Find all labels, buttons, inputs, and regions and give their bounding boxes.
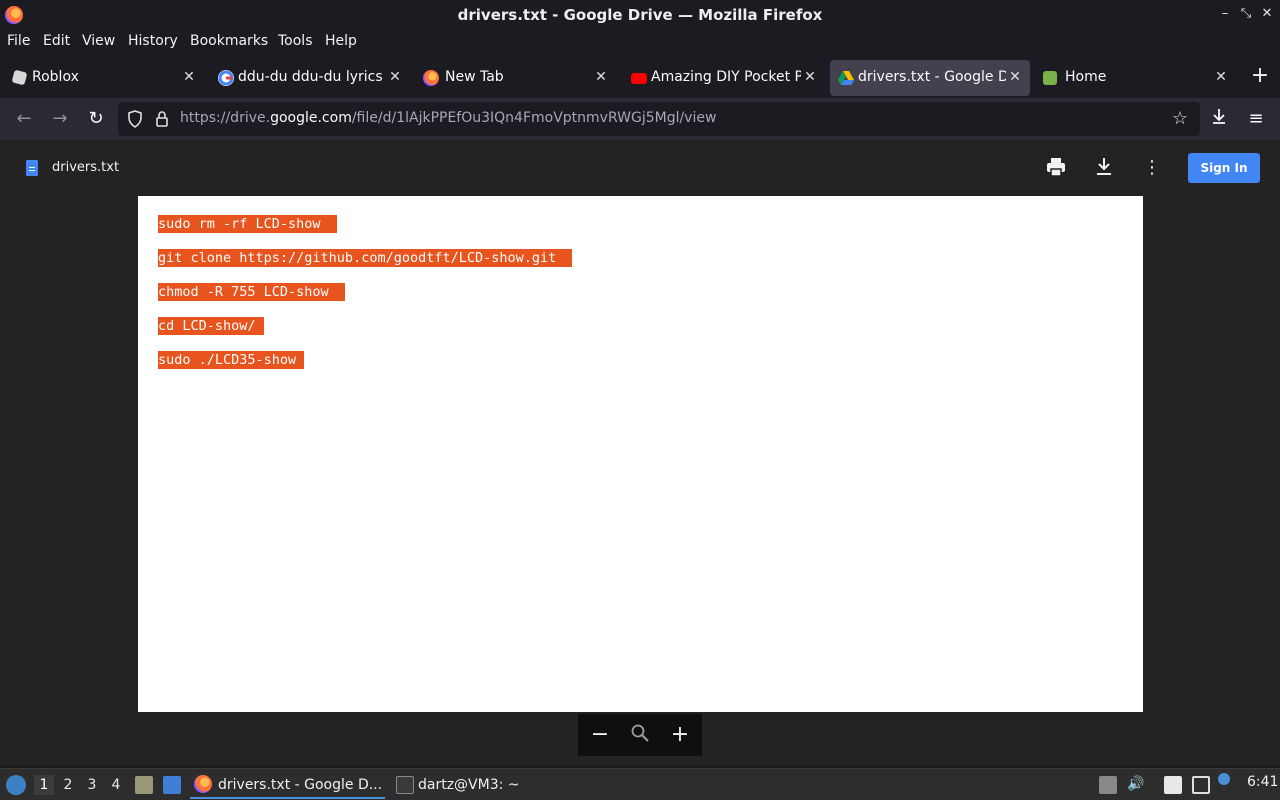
code-line: sudo rm -rf LCD-show bbox=[158, 215, 337, 233]
back-icon[interactable]: ← bbox=[12, 107, 36, 131]
minimize-icon[interactable]: – bbox=[1216, 6, 1234, 21]
network-icon[interactable] bbox=[1192, 776, 1210, 794]
start-menu-icon[interactable] bbox=[6, 775, 26, 795]
navigation-toolbar: ← → ↻ https://drive.google.com/file/d/1l… bbox=[0, 98, 1280, 140]
menu-edit[interactable]: Edit bbox=[43, 33, 70, 49]
tab-label: drivers.txt - Google Dr bbox=[858, 69, 1006, 85]
tab-label: Home bbox=[1065, 69, 1107, 85]
tab-label: Amazing DIY Pocket PC bbox=[651, 69, 801, 85]
workspace-2[interactable]: 2 bbox=[58, 775, 78, 795]
tab-close-icon[interactable]: ✕ bbox=[592, 68, 610, 86]
forward-icon[interactable]: → bbox=[48, 107, 72, 131]
volume-icon[interactable]: 🔊 bbox=[1127, 776, 1145, 794]
url-text[interactable]: https://drive.google.com/file/d/1lAjkPPE… bbox=[180, 110, 716, 126]
app-menu-icon[interactable]: ≡ bbox=[1244, 107, 1268, 131]
tab-youtube[interactable]: Amazing DIY Pocket PC ✕ bbox=[624, 60, 826, 96]
menu-bookmarks[interactable]: Bookmarks bbox=[190, 33, 268, 49]
tab-close-icon[interactable]: ✕ bbox=[1212, 68, 1230, 86]
tab-close-icon[interactable]: ✕ bbox=[801, 68, 819, 86]
home-icon bbox=[1043, 71, 1057, 85]
lock-icon[interactable] bbox=[153, 110, 171, 128]
zoom-controls: − + bbox=[578, 714, 702, 756]
menu-history[interactable]: History bbox=[128, 33, 178, 49]
task-label: dartz@VM3: ~ bbox=[418, 777, 520, 793]
menu-view[interactable]: View bbox=[82, 33, 115, 49]
url-bar[interactable]: https://drive.google.com/file/d/1lAjkPPE… bbox=[118, 102, 1200, 136]
task-label: drivers.txt - Google D... bbox=[218, 777, 383, 793]
google-icon bbox=[218, 70, 234, 86]
firefox-icon bbox=[423, 70, 439, 86]
drive-file-viewer: drivers.txt ⋮ Sign In sudo rm -rf LCD-sh… bbox=[0, 140, 1280, 766]
tab-close-icon[interactable]: ✕ bbox=[180, 68, 198, 86]
new-tab-button[interactable]: + bbox=[1249, 65, 1271, 87]
show-desktop-icon[interactable] bbox=[163, 776, 181, 794]
menu-bar: File Edit View History Bookmarks Tools H… bbox=[0, 30, 1280, 54]
clipboard-icon[interactable] bbox=[1164, 776, 1182, 794]
code-line: git clone https://github.com/goodtft/LCD… bbox=[158, 249, 573, 267]
code-line: cd LCD-show/ bbox=[158, 317, 264, 335]
reload-icon[interactable]: ↻ bbox=[84, 107, 108, 131]
taskbar: 1 2 3 4 drivers.txt - Google D... dartz@… bbox=[0, 768, 1280, 800]
tracking-protection-shield-icon[interactable] bbox=[126, 110, 144, 128]
window-title: drivers.txt - Google Drive — Mozilla Fir… bbox=[457, 6, 823, 24]
tab-lyrics[interactable]: ddu-du ddu-du lyrics - ✕ bbox=[210, 60, 412, 96]
file-name: drivers.txt bbox=[52, 160, 120, 175]
tab-label: Roblox bbox=[32, 69, 79, 85]
workspace-4[interactable]: 4 bbox=[106, 775, 126, 795]
close-window-icon[interactable]: ✕ bbox=[1258, 6, 1276, 21]
viewer-header: drivers.txt ⋮ Sign In bbox=[0, 140, 1280, 196]
zoom-out-button[interactable]: − bbox=[588, 723, 612, 747]
file-manager-icon[interactable] bbox=[135, 776, 153, 794]
zoom-in-button[interactable]: + bbox=[668, 723, 692, 747]
google-drive-icon bbox=[838, 70, 854, 86]
youtube-icon bbox=[631, 73, 647, 84]
tab-roblox[interactable]: Roblox ✕ bbox=[2, 60, 204, 96]
menu-tools[interactable]: Tools bbox=[278, 33, 313, 49]
clock[interactable]: 6:41 bbox=[1247, 774, 1278, 790]
bookmark-star-icon[interactable]: ☆ bbox=[1171, 110, 1189, 128]
tab-label: New Tab bbox=[445, 69, 504, 85]
menu-file[interactable]: File bbox=[7, 33, 30, 49]
print-icon[interactable] bbox=[1044, 156, 1068, 180]
tab-strip: Roblox ✕ ddu-du ddu-du lyrics - ✕ New Ta… bbox=[0, 58, 1280, 98]
code-line: sudo ./LCD35-show bbox=[158, 351, 305, 369]
workspace-3[interactable]: 3 bbox=[82, 775, 102, 795]
tab-label: ddu-du ddu-du lyrics - bbox=[238, 69, 384, 85]
menu-help[interactable]: Help bbox=[325, 33, 357, 49]
tab-close-icon[interactable]: ✕ bbox=[1006, 68, 1024, 86]
code-line: chmod -R 755 LCD-show bbox=[158, 283, 345, 301]
firefox-icon bbox=[194, 775, 212, 793]
download-icon[interactable] bbox=[1092, 156, 1116, 180]
task-terminal[interactable]: dartz@VM3: ~ bbox=[390, 771, 530, 799]
document-page: sudo rm -rf LCD-show git clone https://g… bbox=[138, 196, 1143, 712]
tab-close-icon[interactable]: ✕ bbox=[386, 68, 404, 86]
workspace-1[interactable]: 1 bbox=[34, 775, 54, 795]
task-firefox[interactable]: drivers.txt - Google D... bbox=[190, 771, 385, 799]
text-document-icon bbox=[26, 160, 38, 176]
terminal-icon bbox=[396, 776, 414, 794]
maximize-icon[interactable]: ⤡ bbox=[1237, 6, 1255, 21]
tab-drive[interactable]: drivers.txt - Google Dr ✕ bbox=[830, 60, 1030, 96]
roblox-icon bbox=[11, 69, 28, 86]
window-titlebar: drivers.txt - Google Drive — Mozilla Fir… bbox=[0, 0, 1280, 30]
more-options-icon[interactable]: ⋮ bbox=[1140, 156, 1164, 180]
tab-new-tab[interactable]: New Tab ✕ bbox=[416, 60, 620, 96]
sign-in-button[interactable]: Sign In bbox=[1188, 153, 1260, 183]
tab-home[interactable]: Home ✕ bbox=[1036, 60, 1236, 96]
notification-icon[interactable] bbox=[1218, 773, 1230, 785]
tray-update-icon[interactable] bbox=[1099, 776, 1117, 794]
downloads-icon[interactable] bbox=[1207, 107, 1231, 131]
zoom-magnifier-icon[interactable] bbox=[628, 723, 652, 747]
